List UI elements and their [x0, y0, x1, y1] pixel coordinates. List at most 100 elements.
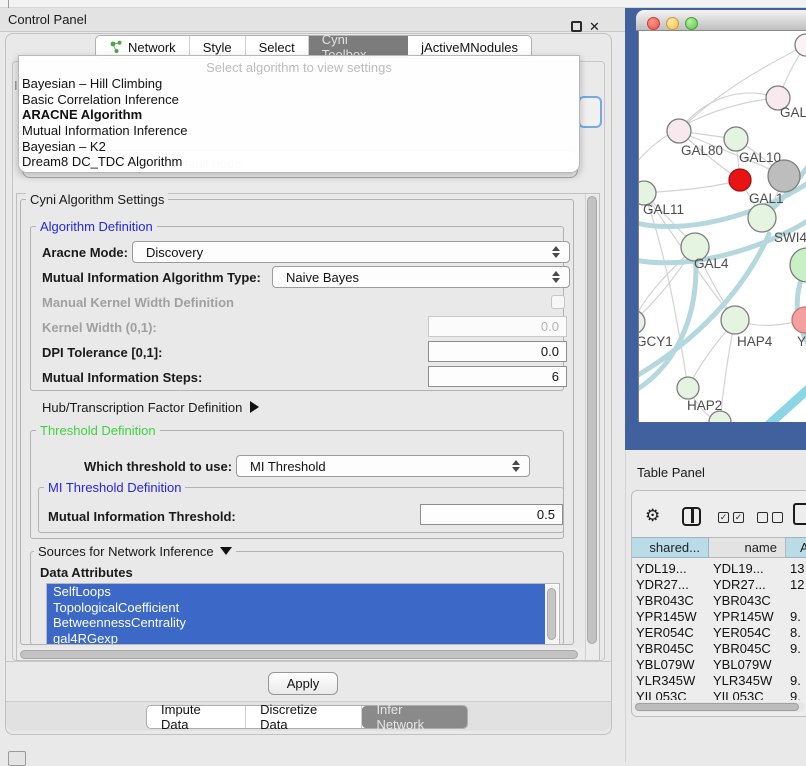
mi-steps-field[interactable]: 6: [428, 366, 567, 387]
document-icon[interactable]: [793, 503, 806, 525]
table-row[interactable]: YDL19... YDL19... 13: [632, 561, 806, 577]
node-gcy1[interactable]: [639, 310, 645, 334]
mi-algorithm-type-select[interactable]: Naive Bayes: [272, 266, 570, 288]
cell[interactable]: [790, 593, 806, 609]
focused-button-partial[interactable]: [578, 96, 602, 128]
node-gal10[interactable]: [724, 127, 748, 151]
network-window-titlebar[interactable]: [636, 10, 806, 31]
window-zoom-button[interactable]: [685, 17, 698, 30]
cell[interactable]: 13: [790, 561, 806, 577]
algorithm-option-mutual-information[interactable]: Mutual Information Inference: [19, 123, 579, 139]
aracne-mode-select[interactable]: Discovery: [132, 241, 570, 263]
cell[interactable]: YIL053C: [636, 689, 708, 700]
table-row[interactable]: YBR045C YBR045C 9.: [632, 641, 806, 657]
dpi-tolerance-field[interactable]: 0.0: [428, 341, 567, 362]
node-swi4[interactable]: [748, 204, 776, 232]
cell[interactable]: YBR043C: [636, 593, 708, 609]
table-horizontal-scrollbar-thumb[interactable]: [635, 703, 799, 711]
node-gal80[interactable]: [667, 119, 691, 143]
column-header-shared-name[interactable]: shared...: [632, 537, 709, 558]
cell[interactable]: YPR145W: [636, 609, 708, 625]
table-row[interactable]: YER054C YER054C 8.: [632, 625, 806, 641]
expand-down-icon[interactable]: [220, 547, 232, 555]
hub-definition-toggle[interactable]: Hub/Transcription Factor Definition: [42, 400, 259, 415]
cell[interactable]: YPR145W: [713, 609, 785, 625]
manual-kernel-width-checkbox: [551, 295, 565, 309]
cell[interactable]: YDR27...: [636, 577, 708, 593]
gear-icon[interactable]: ⚙: [645, 506, 660, 526]
apply-button[interactable]: Apply: [268, 672, 338, 695]
cell[interactable]: YBL079W: [713, 657, 785, 673]
attribute-list-scrollbar[interactable]: [545, 585, 558, 645]
list-item-selfloops[interactable]: SelfLoops: [47, 584, 545, 600]
table-row[interactable]: YLR345W YLR345W 9.: [632, 673, 806, 689]
cell[interactable]: 12: [790, 577, 806, 593]
column-header-partial[interactable]: A: [786, 537, 806, 558]
table-row[interactable]: YBR043C YBR043C: [632, 593, 806, 609]
mi-threshold-definition-title: MI Threshold Definition: [44, 480, 185, 495]
table-row[interactable]: YDR27... YDR27... 12: [632, 577, 806, 593]
float-window-icon[interactable]: [571, 21, 582, 32]
checkbox-checked-icon[interactable]: ✓: [733, 512, 744, 523]
node-hap2[interactable]: [677, 377, 699, 399]
cell[interactable]: YDR27...: [713, 577, 785, 593]
node-salmon[interactable]: [792, 307, 806, 333]
cell[interactable]: YDL19...: [713, 561, 785, 577]
cell[interactable]: 9.: [790, 689, 806, 700]
mi-threshold-field[interactable]: 0.5: [420, 504, 563, 525]
cell[interactable]: [790, 657, 806, 673]
algorithm-option-aracne[interactable]: ARACNE Algorithm: [19, 107, 579, 123]
vertical-scrollbar-thumb[interactable]: [587, 196, 597, 644]
which-threshold-select[interactable]: MI Threshold: [236, 455, 530, 477]
list-item-betweennesscentrality[interactable]: BetweennessCentrality: [47, 615, 545, 631]
cell[interactable]: YBR045C: [636, 641, 708, 657]
list-item-topologicalcoefficient[interactable]: TopologicalCoefficient: [47, 600, 545, 616]
horizontal-scrollbar-thumb[interactable]: [20, 650, 578, 659]
algorithm-dropdown-placeholder: Select algorithm to view settings: [19, 56, 579, 76]
algorithm-option-dream8[interactable]: Dream8 DC_TDC Algorithm: [19, 154, 579, 170]
cell[interactable]: YER054C: [636, 625, 708, 641]
cell[interactable]: YBR043C: [713, 593, 785, 609]
node-label-hap4: HAP4: [737, 334, 772, 349]
algorithm-dropdown-list: Select algorithm to view settings Bayesi…: [18, 55, 580, 173]
tab-infer-network[interactable]: Infer Network: [362, 706, 467, 728]
table-row[interactable]: YPR145W YPR145W 9.: [632, 609, 806, 625]
cell[interactable]: YBR045C: [713, 641, 785, 657]
cell[interactable]: 9.: [790, 641, 806, 657]
algorithm-option-bayesian-k2[interactable]: Bayesian – K2: [19, 139, 579, 155]
list-item-gal4rgexp[interactable]: gal4RGexp: [47, 631, 545, 646]
cell[interactable]: YLR345W: [636, 673, 708, 689]
bottom-left-grip[interactable]: [8, 751, 26, 766]
network-canvas[interactable]: GAL GAL80 GAL10 GAL1 GAL11 SWI4 GAL4 GCY…: [638, 31, 806, 422]
sources-title[interactable]: Sources for Network Inference: [34, 544, 236, 559]
window-close-button[interactable]: [647, 17, 660, 30]
column-header-name[interactable]: name: [709, 537, 786, 558]
expand-right-icon[interactable]: [250, 401, 259, 413]
divider: [6, 661, 611, 662]
attribute-list-scrollbar-thumb[interactable]: [547, 588, 556, 640]
cell[interactable]: 8.: [790, 625, 806, 641]
checkbox-checked-icon[interactable]: ✓: [718, 512, 729, 523]
node-top-right[interactable]: [795, 34, 806, 56]
checkbox-unchecked-icon[interactable]: [757, 512, 768, 523]
checkbox-unchecked-icon[interactable]: [772, 512, 783, 523]
tab-impute-data[interactable]: Impute Data: [147, 706, 246, 728]
cell[interactable]: YER054C: [713, 625, 785, 641]
table-row[interactable]: YIL053C YIL053C 9.: [632, 689, 806, 700]
window-minimize-button[interactable]: [666, 17, 679, 30]
cell[interactable]: YLR345W: [713, 673, 785, 689]
cell[interactable]: 9.: [790, 673, 806, 689]
algorithm-option-basic-correlation[interactable]: Basic Correlation Inference: [19, 92, 579, 108]
tab-discretize-data[interactable]: Discretize Data: [246, 706, 362, 728]
cell[interactable]: YDL19...: [636, 561, 708, 577]
node-big-green[interactable]: [790, 248, 806, 282]
node-gal1[interactable]: [729, 169, 751, 191]
table-row[interactable]: YBL079W YBL079W: [632, 657, 806, 673]
algorithm-option-bayesian-hill-climbing[interactable]: Bayesian – Hill Climbing: [19, 76, 579, 92]
node-hap4[interactable]: [721, 306, 749, 334]
cell[interactable]: YBL079W: [636, 657, 708, 673]
cell[interactable]: YIL053C: [713, 689, 785, 700]
columns-icon[interactable]: [682, 507, 701, 526]
cell[interactable]: 9.: [790, 609, 806, 625]
data-attributes-label: Data Attributes: [40, 565, 133, 580]
